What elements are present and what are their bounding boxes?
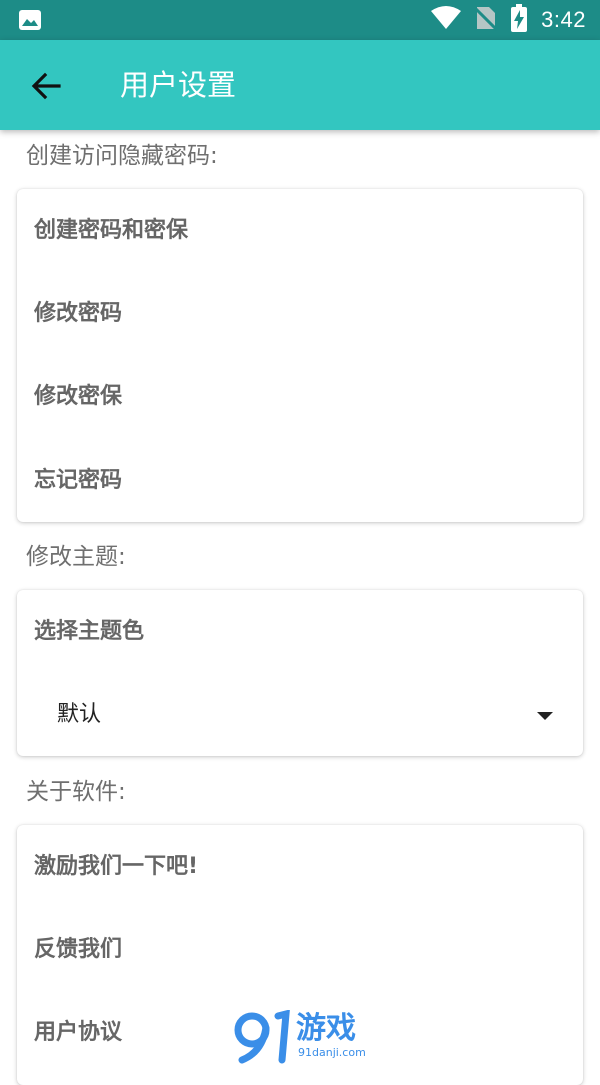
theme-card: 选择主题色 默认 [17, 590, 583, 756]
watermark-url: 91danji.com [298, 1046, 366, 1059]
section-label-theme: 修改主题: [26, 544, 126, 570]
select-theme-label: 选择主题色 [34, 619, 145, 644]
change-password-item[interactable]: 修改密码 [34, 299, 122, 329]
app-bar: 用户设置 [0, 40, 600, 130]
no-sim-icon [474, 5, 499, 35]
section-label-password: 创建访问隐藏密码: [26, 143, 218, 169]
watermark-text: 游戏 [296, 1011, 356, 1046]
dropdown-arrow-icon [537, 712, 553, 720]
clock: 3:42 [541, 7, 586, 32]
arrow-left-icon[interactable] [28, 68, 64, 104]
dropdown-value: 默认 [57, 702, 102, 727]
watermark-logo: 游戏 91danji.com [232, 1009, 372, 1066]
encourage-us-item[interactable]: 激励我们一下吧! [34, 852, 198, 882]
forgot-password-item[interactable]: 忘记密码 [34, 466, 122, 496]
feedback-item[interactable]: 反馈我们 [34, 935, 122, 965]
create-password-item[interactable]: 创建密码和密保 [34, 216, 188, 246]
watermark-91-icon [234, 1009, 290, 1064]
password-card: 创建密码和密保 修改密码 修改密保 忘记密码 [17, 189, 583, 522]
theme-dropdown[interactable]: 默认 [17, 680, 583, 750]
status-bar: 3:42 [0, 0, 600, 40]
wifi-icon [431, 6, 462, 34]
battery-charging-icon [511, 4, 528, 36]
section-label-about: 关于软件: [26, 779, 126, 805]
image-icon [18, 9, 42, 35]
change-security-question-item[interactable]: 修改密保 [34, 382, 122, 412]
user-agreement-item[interactable]: 用户协议 [34, 1018, 122, 1048]
page-title: 用户设置 [120, 68, 237, 102]
